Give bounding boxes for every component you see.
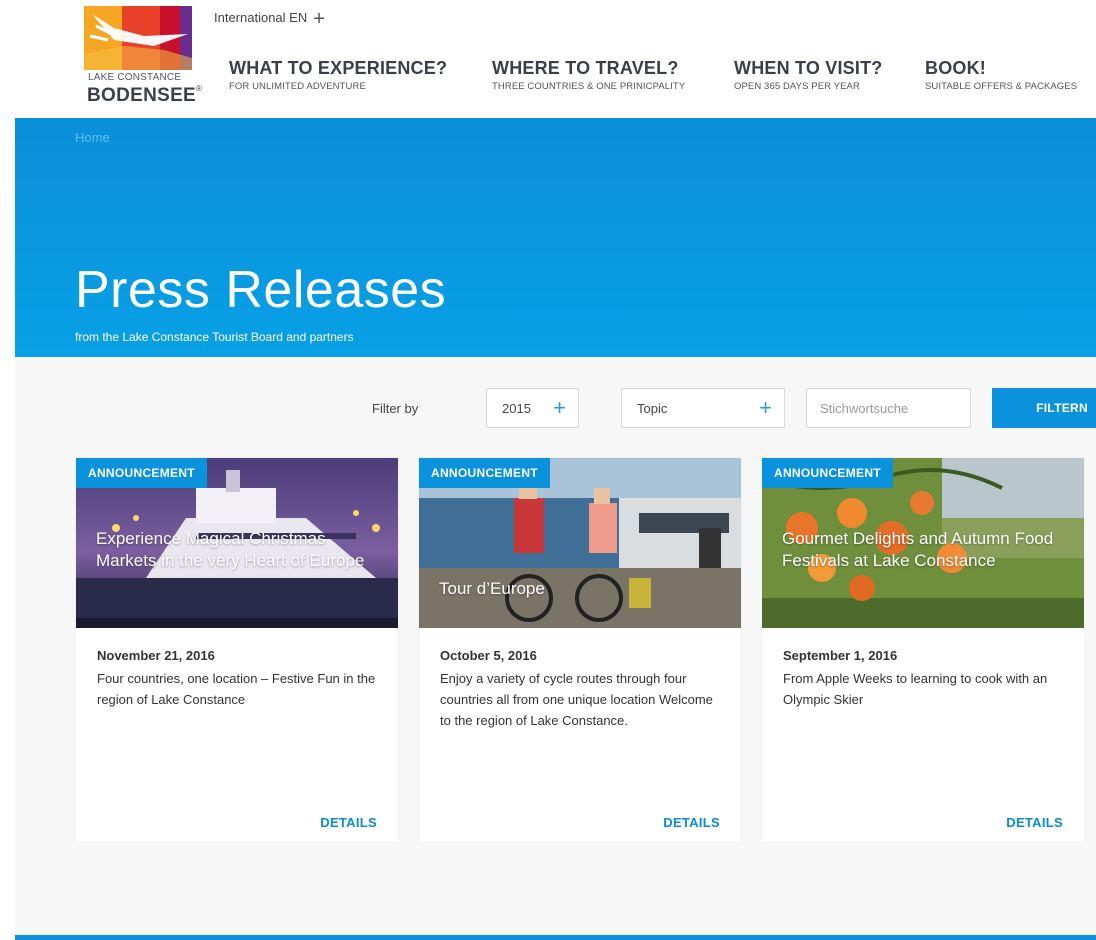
topic-select-value: Topic: [637, 401, 668, 416]
logo-registered-mark: ®: [196, 84, 203, 93]
nav-title: WHAT TO EXPERIENCE?: [229, 58, 448, 78]
logo-line2: BODENSEE®: [87, 84, 202, 107]
site-header: LAKE CONSTANCE BODENSEE® International E…: [0, 0, 1096, 118]
hero-banner: Home Press Releases from the Lake Consta…: [15, 118, 1096, 357]
logo-line1: LAKE CONSTANCE: [88, 72, 182, 83]
nav-subtitle: FOR UNLIMITED ADVENTURE: [229, 81, 366, 92]
card-title[interactable]: Tour d’Europe: [439, 578, 729, 600]
breadcrumb-home[interactable]: Home: [75, 130, 110, 145]
language-selector[interactable]: International EN +: [214, 8, 325, 31]
card-image[interactable]: ANNOUNCEMENT Gourmet Delights and Autumn…: [762, 458, 1084, 628]
announcement-badge: ANNOUNCEMENT: [419, 458, 550, 488]
nav-where-to-travel[interactable]: WHERE TO TRAVEL? THREE COUNTRIES & ONE P…: [492, 58, 685, 92]
card-date: October 5, 2016: [440, 648, 537, 663]
page-subtitle: from the Lake Constance Tourist Board an…: [75, 330, 354, 344]
card-date: November 21, 2016: [97, 648, 215, 663]
topic-select[interactable]: Topic +: [621, 388, 785, 428]
plus-icon: +: [313, 8, 325, 30]
press-release-card[interactable]: ANNOUNCEMENT Tour d’Europe October 5, 20…: [419, 458, 741, 842]
announcement-badge: ANNOUNCEMENT: [762, 458, 893, 488]
nav-when-to-visit[interactable]: WHEN TO VISIT? OPEN 365 DAYS PER YEAR: [734, 58, 882, 92]
nav-title: BOOK!: [925, 58, 986, 78]
year-select-value: 2015: [502, 401, 531, 416]
nav-title: WHEN TO VISIT?: [734, 58, 883, 78]
nav-subtitle: THREE COUNTRIES & ONE PRINICPALITY: [492, 81, 686, 92]
details-link[interactable]: DETAILS: [1006, 815, 1063, 830]
press-release-card[interactable]: ANNOUNCEMENT Gourmet Delights and Autumn…: [762, 458, 1084, 842]
keyword-search-input[interactable]: [806, 388, 971, 428]
press-release-list: Filter by 2015 + Topic + FILTERN: [15, 357, 1096, 935]
card-text: Enjoy a variety of cycle routes through …: [440, 671, 713, 728]
nav-title: WHERE TO TRAVEL?: [492, 58, 679, 78]
nav-book[interactable]: BOOK! SUITABLE OFFERS & PACKAGES: [925, 58, 1077, 92]
language-label: International EN: [214, 10, 308, 25]
details-link[interactable]: DETAILS: [320, 815, 377, 830]
nav-subtitle: SUITABLE OFFERS & PACKAGES: [925, 81, 1078, 92]
press-release-card[interactable]: ANNOUNCEMENT Experience Magical Christma…: [76, 458, 398, 842]
plus-icon: +: [553, 395, 566, 420]
card-title[interactable]: Gourmet Delights and Autumn Food Festiva…: [782, 528, 1072, 572]
footer-bar: [15, 935, 1096, 940]
logo[interactable]: LAKE CONSTANCE BODENSEE®: [84, 6, 202, 107]
card-title[interactable]: Experience Magical Christmas Markets in …: [96, 528, 386, 572]
card-text: Four countries, one location – Festive F…: [97, 671, 376, 707]
card-image[interactable]: ANNOUNCEMENT Experience Magical Christma…: [76, 458, 398, 628]
filter-button[interactable]: FILTERN: [992, 388, 1096, 428]
logo-wordmark: BODENSEE: [87, 85, 197, 106]
year-select[interactable]: 2015 +: [486, 388, 579, 428]
card-image[interactable]: ANNOUNCEMENT Tour d’Europe: [419, 458, 741, 628]
nav-what-to-experience[interactable]: WHAT TO EXPERIENCE? FOR UNLIMITED ADVENT…: [229, 58, 447, 92]
details-link[interactable]: DETAILS: [663, 815, 720, 830]
logo-mark-icon: [84, 6, 192, 70]
page-title: Press Releases: [75, 261, 447, 319]
card-text: From Apple Weeks to learning to cook wit…: [783, 671, 1048, 707]
nav-subtitle: OPEN 365 DAYS PER YEAR: [734, 81, 860, 92]
plus-icon: +: [759, 395, 772, 420]
filter-label: Filter by: [372, 401, 419, 416]
card-date: September 1, 2016: [783, 648, 898, 663]
announcement-badge: ANNOUNCEMENT: [76, 458, 207, 488]
